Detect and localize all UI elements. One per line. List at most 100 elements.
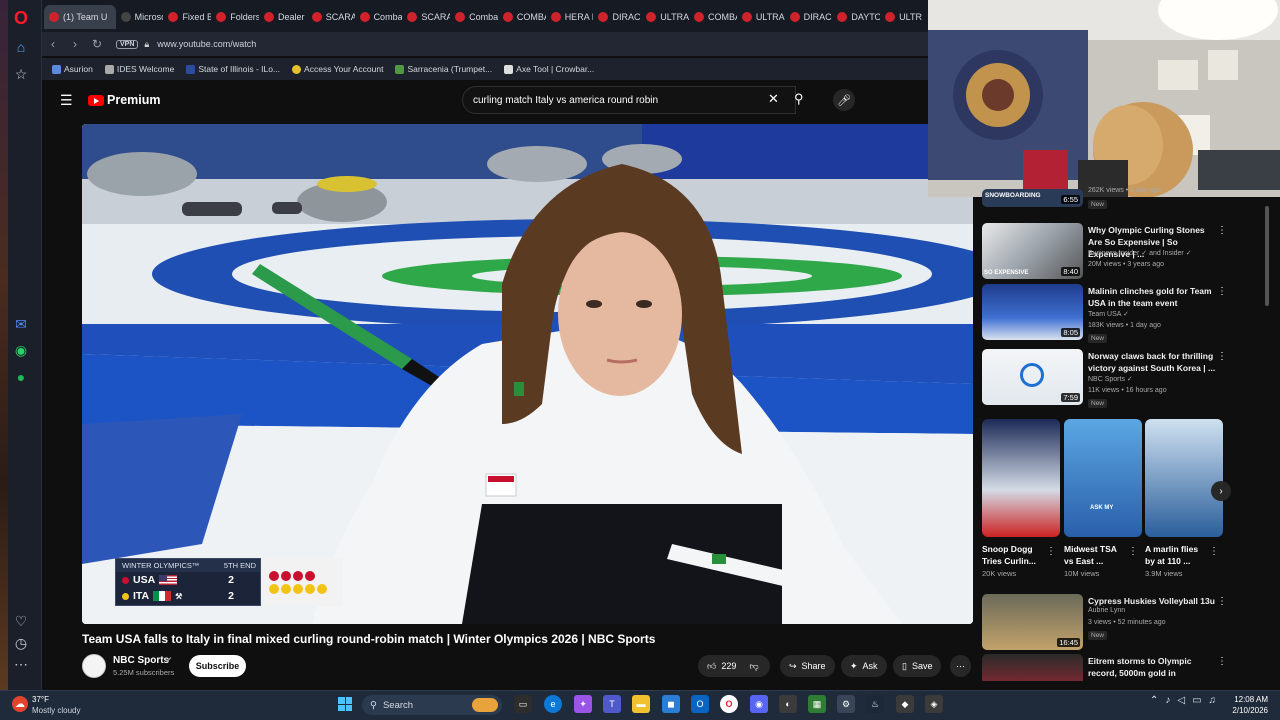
vpn-badge[interactable]: VPN [116, 39, 139, 49]
settings-icon[interactable]: ⚙ [837, 695, 855, 713]
file-explorer-icon[interactable]: ▬ [632, 695, 650, 713]
more-vert-icon[interactable]: ⋮ [1046, 546, 1056, 557]
save-button[interactable]: ▯ Save [893, 655, 942, 677]
volume-icon[interactable]: ♫ [1209, 695, 1217, 706]
bookmark[interactable]: IDES Welcome [104, 64, 174, 74]
star-icon[interactable]: ☆ [11, 64, 31, 84]
bookmark[interactable]: Axe Tool | Crowbar... [504, 64, 594, 74]
tab[interactable]: DIRAC I [593, 5, 641, 29]
short-thumbnail[interactable]: ASK MY [1064, 419, 1142, 537]
tab[interactable]: Microso [116, 5, 163, 29]
steam-icon[interactable]: ♨ [866, 695, 884, 713]
bookmark[interactable]: State of Illinois - ILo... [186, 64, 280, 74]
tab[interactable]: SCARA [307, 5, 355, 29]
tab[interactable]: COMBA [498, 5, 546, 29]
chevron-up-icon[interactable]: ⌃ [1150, 695, 1158, 706]
app-icon[interactable]: ◈ [925, 695, 943, 713]
thumbs-down-icon[interactable]: 👎︎ [749, 661, 758, 672]
teams-icon[interactable]: T [603, 695, 621, 713]
more-icon[interactable]: ⋯ [11, 654, 31, 674]
bookmark[interactable]: Asurion [52, 64, 93, 74]
video-player[interactable] [82, 124, 973, 624]
windows-start-icon[interactable] [338, 697, 352, 711]
rec-item[interactable]: SO EXPENSIVE 8:40 Why Olympic Curling Sto… [982, 223, 1242, 283]
outlook-icon[interactable]: O [691, 695, 709, 713]
more-vert-icon[interactable]: ⋮ [1217, 596, 1227, 607]
network-icon[interactable]: ▭ [1192, 695, 1201, 706]
rec-item[interactable]: 16:45 Cypress Huskies Volleyball 13u Aub… [982, 594, 1242, 654]
more-vert-icon[interactable]: ⋮ [1209, 546, 1219, 557]
home-icon[interactable]: ⌂ [11, 37, 31, 57]
store-icon[interactable]: ◼ [662, 695, 680, 713]
short-thumbnail[interactable] [1145, 419, 1223, 537]
copilot-icon[interactable]: ✦ [574, 695, 592, 713]
url-field[interactable]: www.youtube.com/watch [157, 39, 256, 49]
rec-item[interactable]: 7:59 Norway claws back for thrilling vic… [982, 349, 1242, 409]
tab[interactable]: ULTRA [737, 5, 785, 29]
like-button[interactable]: 👍︎ 229 👎︎ [698, 655, 770, 677]
app-icon[interactable]: ◐ [779, 695, 797, 713]
short-thumbnail[interactable] [982, 419, 1060, 537]
opera-taskbar-icon[interactable]: O [720, 695, 738, 713]
tab[interactable]: HERA D [546, 5, 593, 29]
rec-item[interactable]: 8:05 Malinin clinches gold for Team USA … [982, 284, 1242, 344]
edge-icon[interactable]: e [544, 695, 562, 713]
tab[interactable]: Combat [355, 5, 402, 29]
app-icon[interactable]: ▦ [808, 695, 826, 713]
back-icon[interactable]: ‹ [42, 37, 64, 51]
messenger-icon[interactable]: ✉ [11, 314, 31, 334]
task-view-icon[interactable]: ▭ [514, 695, 532, 713]
more-vert-icon[interactable]: ⋮ [1217, 225, 1227, 236]
share-button[interactable]: ↪ Share [780, 655, 835, 677]
subscribe-button[interactable]: Subscribe [189, 655, 246, 677]
tab[interactable]: DAYTO [832, 5, 880, 29]
app-icon[interactable]: ◆ [896, 695, 914, 713]
tab[interactable]: ULTRA [641, 5, 689, 29]
clock[interactable]: 12:08 AM 2/10/2026 [1226, 694, 1268, 716]
system-tray[interactable]: ⌃ ♪ ◁ ▭ ♫ [1150, 695, 1216, 706]
microphone-icon[interactable]: ♪ [1165, 695, 1170, 706]
taskbar-search[interactable]: ⚲ Search [362, 695, 502, 715]
scrollbar-thumb[interactable] [1265, 206, 1269, 306]
speaker-icon[interactable]: ◁ [1177, 695, 1185, 706]
spotify-icon[interactable]: ● [11, 367, 31, 387]
bookmark[interactable]: Sarracenia (Trumpet... [395, 64, 492, 74]
ask-button[interactable]: ✦ Ask [841, 655, 887, 677]
tab[interactable]: SCARA [402, 5, 450, 29]
discord-icon[interactable]: ◉ [750, 695, 768, 713]
more-actions-button[interactable]: ⋯ [950, 655, 971, 677]
more-vert-icon[interactable]: ⋮ [1217, 351, 1227, 362]
close-icon[interactable]: ✕ [768, 91, 779, 107]
tab[interactable]: DIRAC I [785, 5, 832, 29]
search-input[interactable]: curling match Italy vs america round rob… [462, 86, 796, 114]
microphone-icon[interactable]: 🎤︎ [833, 89, 855, 111]
lock-icon[interactable]: 🔒︎ [144, 39, 149, 50]
channel-avatar[interactable] [82, 654, 106, 678]
chevron-right-icon[interactable]: › [1211, 481, 1231, 501]
more-vert-icon[interactable]: ⋮ [1217, 656, 1227, 667]
tab[interactable]: Fixed Bu [163, 5, 211, 29]
history-icon[interactable]: ◷ [11, 633, 31, 653]
search-icon[interactable]: ⚲ [794, 91, 804, 107]
more-vert-icon[interactable]: ⋮ [1217, 286, 1227, 297]
tab[interactable]: Folders [211, 5, 259, 29]
tab[interactable]: COMBA [689, 5, 737, 29]
stone-yellow-icon [281, 583, 291, 594]
channel-name[interactable]: NBC Sports [113, 655, 169, 666]
menu-icon[interactable]: ☰ [60, 92, 73, 109]
whatsapp-icon[interactable]: ◉ [11, 340, 31, 360]
heart-icon[interactable]: ♡ [11, 611, 31, 631]
rec-item[interactable]: Eitrem storms to Olympic record, 5000m g… [982, 654, 1242, 681]
reload-icon[interactable]: ↻ [86, 37, 108, 51]
tab[interactable]: Combat [450, 5, 498, 29]
tab-active[interactable]: (1) Team U [44, 5, 116, 29]
tab[interactable]: ULTR [880, 5, 928, 29]
scrollbar[interactable] [1264, 200, 1270, 678]
opera-logo-icon[interactable]: O [11, 8, 31, 28]
youtube-logo[interactable]: Premium [88, 93, 161, 107]
tab[interactable]: Dealer I [259, 5, 307, 29]
forward-icon[interactable]: › [64, 37, 86, 51]
rec-item[interactable]: 6:55 SNOWBOARDING 262K views • 1 day ago … [982, 187, 1242, 211]
bookmark[interactable]: Access Your Account [292, 64, 383, 74]
more-vert-icon[interactable]: ⋮ [1128, 546, 1138, 557]
